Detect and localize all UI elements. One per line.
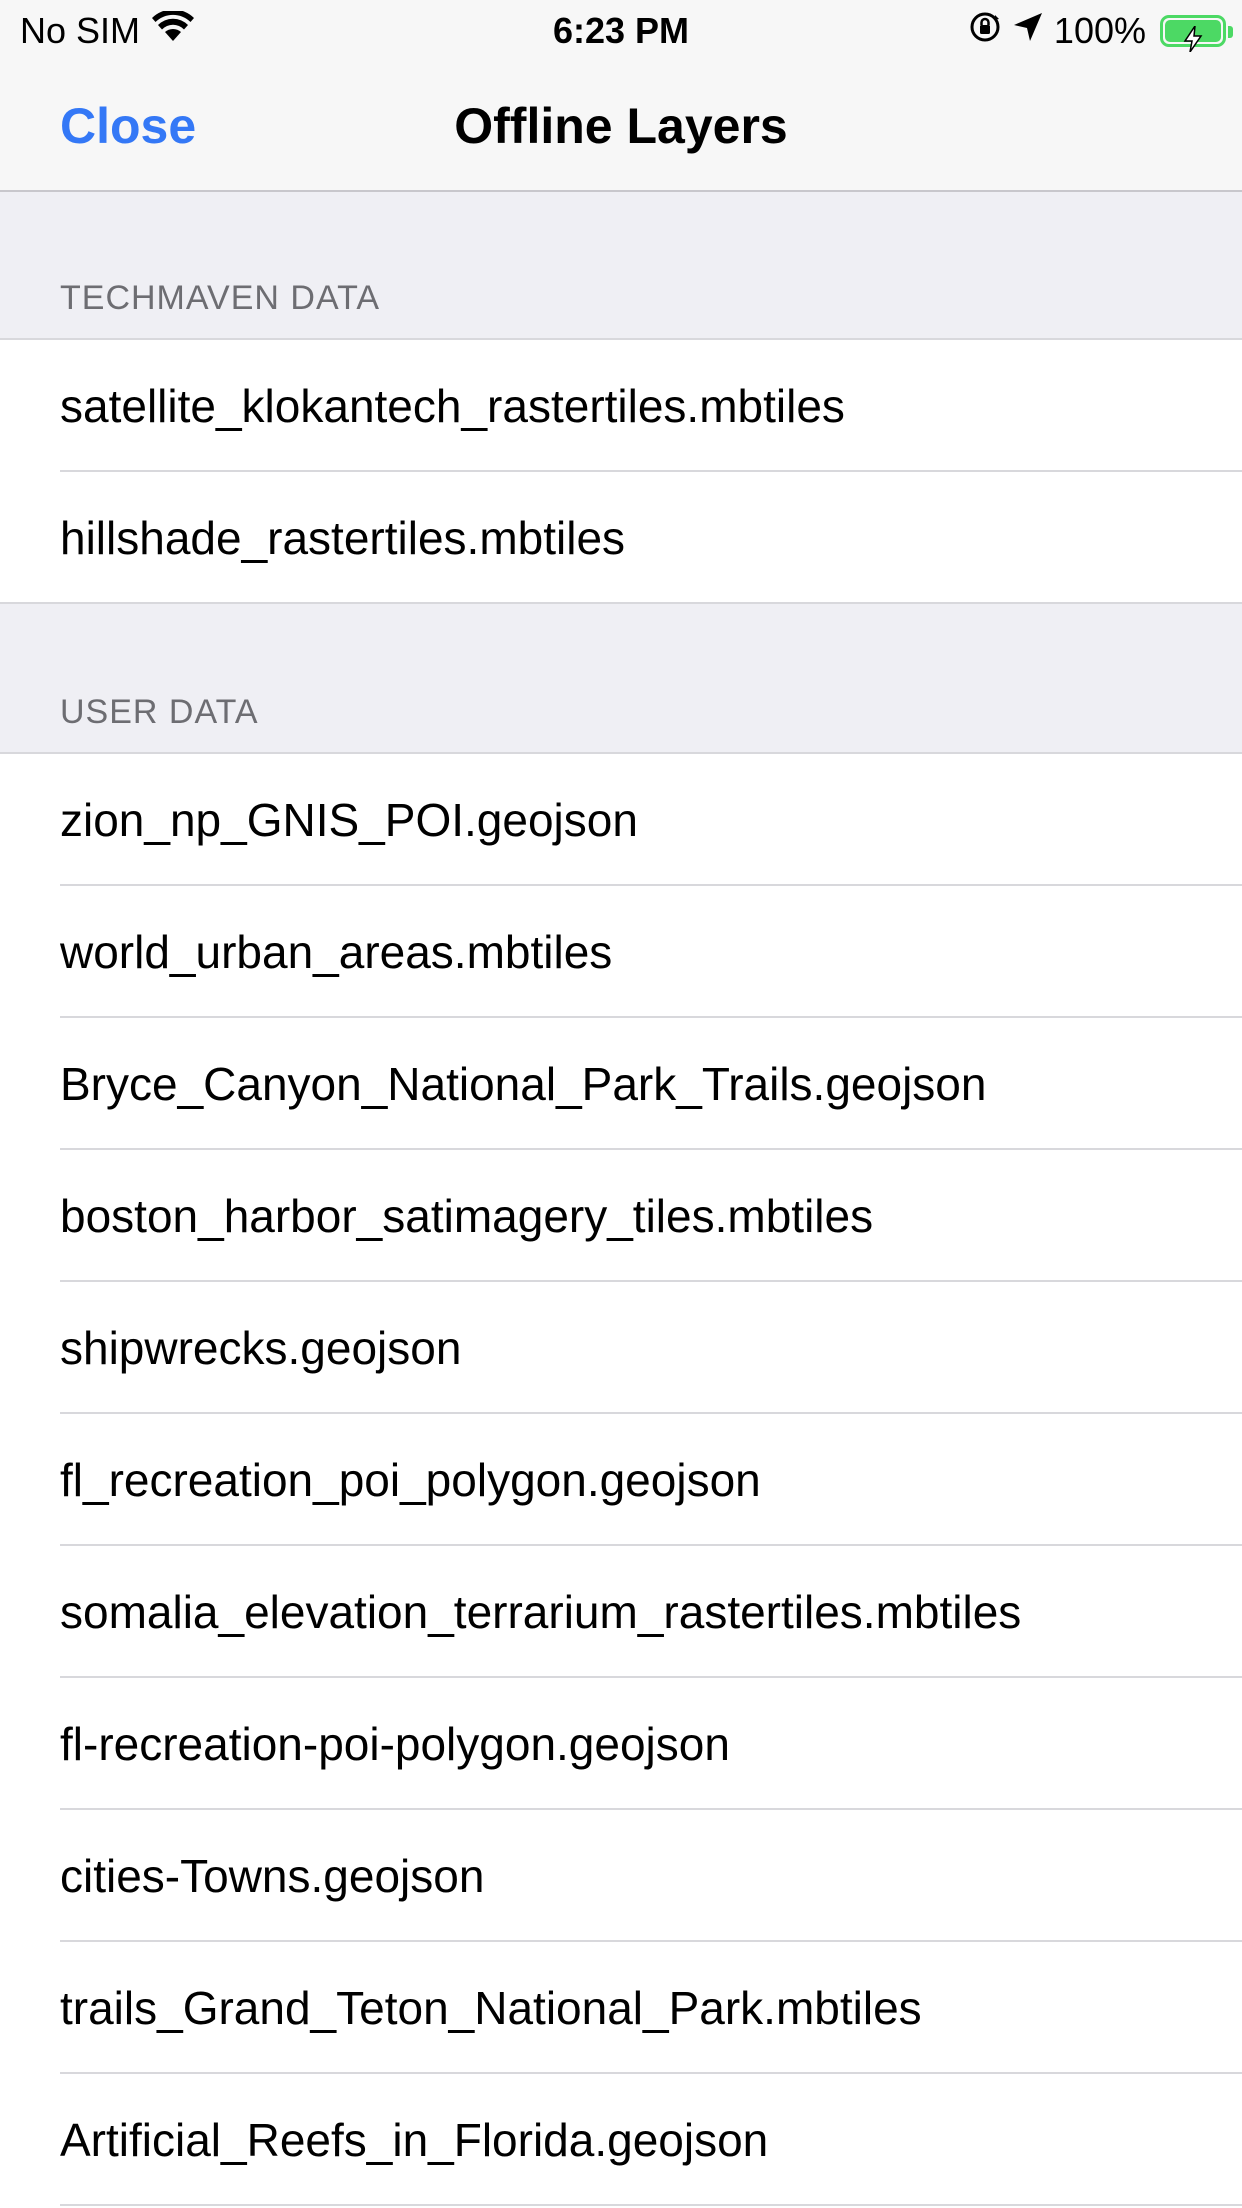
row-separator bbox=[60, 2204, 1242, 2206]
status-right: 100% bbox=[968, 10, 1233, 53]
list-item-label: hillshade_rastertiles.mbtiles bbox=[60, 512, 626, 564]
list-item[interactable]: hillshade_rastertiles.mbtiles bbox=[0, 472, 1242, 604]
list-item-label: zion_np_GNIS_POI.geojson bbox=[60, 794, 638, 846]
list-item-label: satellite_klokantech_rastertiles.mbtiles bbox=[60, 380, 845, 432]
list-item[interactable]: cities-Towns.geojson bbox=[0, 1810, 1242, 1942]
list-item-label: somalia_elevation_terrarium_rastertiles.… bbox=[60, 1586, 1022, 1638]
battery-icon bbox=[1160, 15, 1233, 53]
top-bar: No SIM 6:23 PM 100% Close Offline Layers bbox=[0, 0, 1242, 192]
list-item[interactable]: fl-recreation-poi-polygon.geojson bbox=[0, 1678, 1242, 1810]
list-item-label: boston_harbor_satimagery_tiles.mbtiles bbox=[60, 1190, 874, 1242]
list-item[interactable]: Bryce_Canyon_National_Park_Trails.geojso… bbox=[0, 1018, 1242, 1150]
list-item-label: shipwrecks.geojson bbox=[60, 1322, 462, 1374]
section-header-techmaven: TECHMAVEN DATA bbox=[0, 192, 1242, 340]
list-item-label: fl_recreation_poi_polygon.geojson bbox=[60, 1454, 761, 1506]
list-item-label: Artificial_Reefs_in_Florida.geojson bbox=[60, 2114, 769, 2166]
orientation-lock-icon bbox=[968, 10, 1002, 53]
list-item[interactable]: boston_harbor_satimagery_tiles.mbtiles bbox=[0, 1150, 1242, 1282]
section-header-label: TECHMAVEN DATA bbox=[60, 279, 381, 317]
battery-cap bbox=[1228, 26, 1233, 38]
list-item-label: trails_Grand_Teton_National_Park.mbtiles bbox=[60, 1982, 922, 2034]
list-item-label: cities-Towns.geojson bbox=[60, 1850, 485, 1902]
list-item-label: fl-recreation-poi-polygon.geojson bbox=[60, 1718, 730, 1770]
navigation-bar: Close Offline Layers bbox=[0, 62, 1242, 190]
charging-bolt-icon bbox=[1183, 19, 1203, 61]
section-header-user-data: USER DATA bbox=[0, 604, 1242, 754]
page-title: Offline Layers bbox=[454, 98, 788, 154]
list-item[interactable]: trails_Grand_Teton_National_Park.mbtiles bbox=[0, 1942, 1242, 2074]
location-arrow-icon bbox=[1012, 10, 1044, 52]
list-item[interactable]: somalia_elevation_terrarium_rastertiles.… bbox=[0, 1546, 1242, 1678]
list-item[interactable]: shipwrecks.geojson bbox=[0, 1282, 1242, 1414]
list-item[interactable]: world_urban_areas.mbtiles bbox=[0, 886, 1242, 1018]
list-item[interactable]: Artificial_Reefs_in_Florida.geojson bbox=[0, 2074, 1242, 2206]
battery-percent: 100% bbox=[1053, 10, 1146, 51]
section-header-label: USER DATA bbox=[60, 693, 259, 731]
list-item[interactable]: satellite_klokantech_rastertiles.mbtiles bbox=[0, 340, 1242, 472]
list-item[interactable]: fl_recreation_poi_polygon.geojson bbox=[0, 1414, 1242, 1546]
status-bar: No SIM 6:23 PM 100% bbox=[0, 0, 1242, 62]
list-item[interactable]: zion_np_GNIS_POI.geojson bbox=[0, 754, 1242, 886]
list-item-label: Bryce_Canyon_National_Park_Trails.geojso… bbox=[60, 1058, 987, 1110]
list-item-label: world_urban_areas.mbtiles bbox=[60, 926, 613, 978]
